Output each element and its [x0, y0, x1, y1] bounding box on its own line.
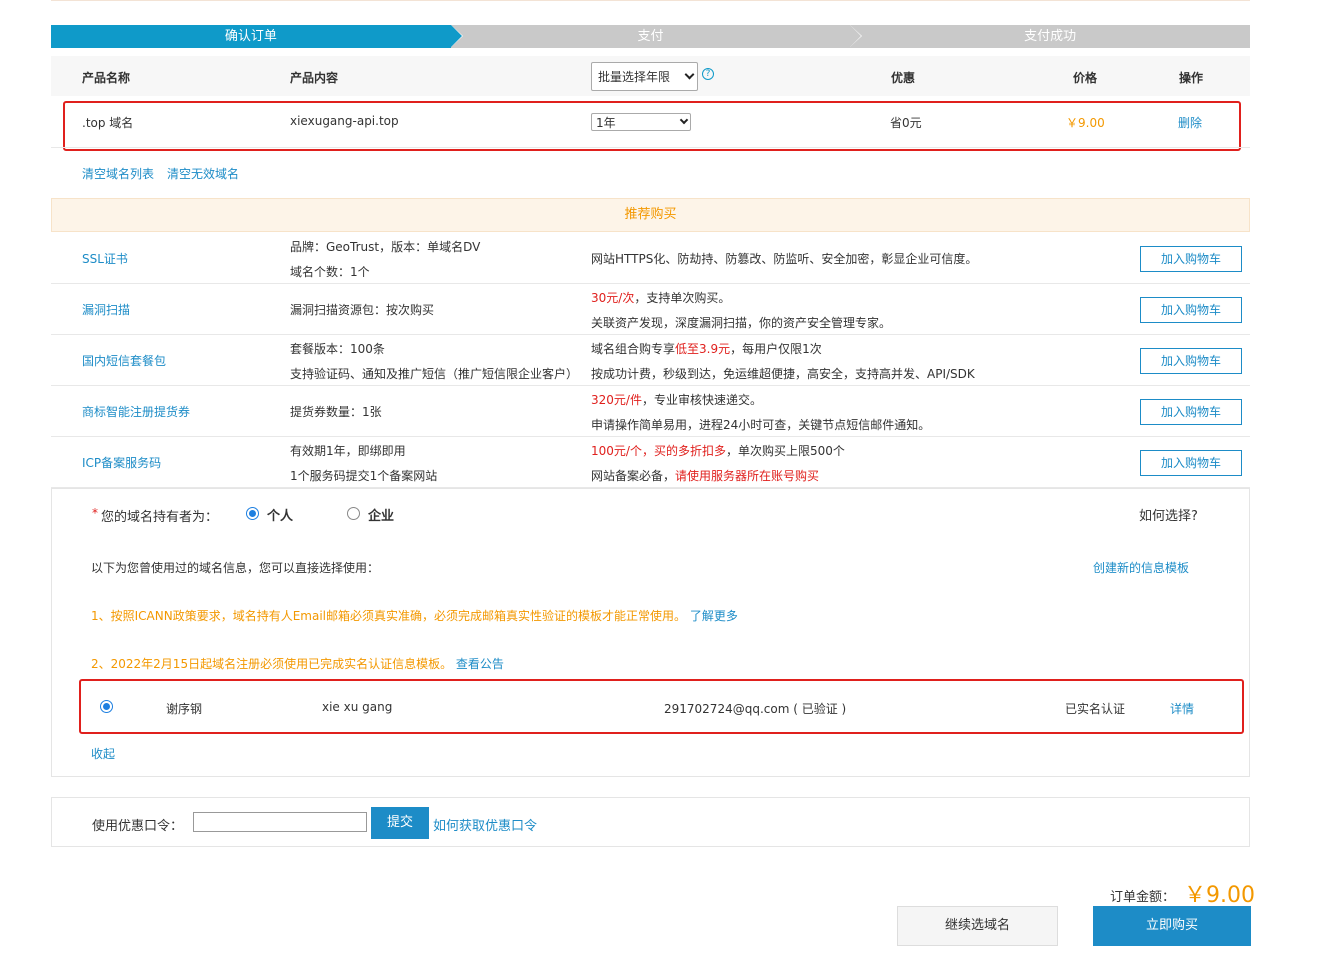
add-to-cart-button[interactable]: 加入购物车	[1140, 348, 1242, 374]
notice-icann: 1、按照ICANN政策要求，域名持有人Email邮箱必须真实准确，必须完成邮箱真…	[91, 609, 738, 623]
year-select-value: 1年	[596, 115, 616, 130]
year-select[interactable]: 1年	[591, 113, 691, 131]
recommend-spec: 支持验证码、通知及推广短信（推广短信限企业客户）	[290, 367, 579, 381]
radio-personal[interactable]	[246, 507, 259, 520]
order-steps: 确认订单 支付 支付成功	[51, 25, 1251, 48]
recommend-title: 推荐购买	[51, 198, 1250, 232]
header-action: 操作	[1179, 71, 1204, 85]
continue-selecting-button[interactable]: 继续选域名	[897, 906, 1058, 946]
radio-company[interactable]	[347, 507, 360, 520]
recommend-name[interactable]: 漏洞扫描	[82, 301, 130, 318]
delete-link[interactable]: 删除	[1178, 114, 1202, 131]
batch-year-select[interactable]: 批量选择年限	[591, 62, 698, 91]
recommend-name[interactable]: ICP备案服务码	[82, 454, 161, 471]
template-radio[interactable]	[100, 700, 113, 713]
discount-value: 省0元	[890, 116, 922, 130]
recommend-spec: 有效期1年，即绑即用	[290, 444, 406, 458]
how-to-get-coupon-link[interactable]: 如何获取优惠口令	[433, 815, 537, 834]
learn-more-link[interactable]: 了解更多	[690, 609, 738, 623]
template-email: 291702724@qq.com ( 已验证 )	[664, 702, 847, 716]
order-table-header: 产品名称 产品内容 批量选择年限 ? 优惠 价格 操作	[51, 56, 1250, 96]
step-confirm-order: 确认订单	[51, 25, 462, 48]
order-total-label: 订单金额：	[1110, 890, 1176, 905]
recommend-desc: 100元/个，买的多折扣多，单次购买上限500个	[591, 444, 845, 458]
header-product-name: 产品名称	[82, 71, 131, 85]
recommend-row-vuln-scan: 漏洞扫描 漏洞扫描资源包：按次购买 30元/次，支持单次购买。 关联资产发现，深…	[51, 284, 1250, 335]
recommend-desc: 30元/次，支持单次购买。	[591, 291, 731, 305]
required-mark: *	[92, 506, 98, 520]
add-to-cart-button[interactable]: 加入购物车	[1140, 246, 1242, 272]
top-divider	[51, 0, 1250, 1]
recommend-row-icp: ICP备案服务码 有效期1年，即绑即用 1个服务码提交1个备案网站 100元/个…	[51, 437, 1250, 488]
batch-year-select-label: 批量选择年限	[598, 70, 671, 84]
recommend-spec: 域名个数：1个	[290, 265, 370, 279]
recommend-desc: 申请操作简单易用，进程24小时可查，关键节点短信邮件通知。	[591, 418, 931, 432]
add-to-cart-button[interactable]: 加入购物车	[1140, 297, 1242, 323]
radio-company-label[interactable]: 企业	[368, 505, 394, 524]
coupon-submit-button[interactable]: 提交	[371, 807, 429, 839]
create-template-link[interactable]: 创建新的信息模板	[1093, 559, 1189, 576]
recommend-spec: 套餐版本：100条	[290, 342, 385, 356]
recommend-row-trademark: 商标智能注册提货券 提货券数量：1张 320元/件，专业审核快速递交。 申请操作…	[51, 386, 1250, 437]
view-announcement-link[interactable]: 查看公告	[456, 657, 504, 671]
clear-invalid-domains-link[interactable]: 清空无效域名	[167, 165, 239, 182]
step-payment: 支付	[450, 25, 862, 48]
recommend-desc: 320元/件，专业审核快速递交。	[591, 393, 762, 407]
recommend-spec: 提货券数量：1张	[290, 405, 382, 419]
recommend-desc: 域名组合购专享低至3.9元，每用户仅限1次	[591, 342, 822, 356]
recommend-desc: 关联资产发现，深度漏洞扫描，你的资产安全管理专家。	[591, 316, 892, 330]
radio-personal-label[interactable]: 个人	[267, 505, 293, 524]
recommend-name[interactable]: 商标智能注册提货券	[82, 403, 190, 420]
template-name-cn: 谢序钢	[166, 702, 203, 716]
divider	[51, 147, 1250, 148]
product-content: xiexugang-api.top	[290, 114, 399, 128]
order-total-amount: ￥9.00	[1184, 883, 1255, 908]
recommend-row-ssl: SSL证书 品牌：GeoTrust，版本：单域名DV 域名个数：1个 网站HTT…	[51, 233, 1250, 284]
buy-now-button[interactable]: 立即购买	[1093, 906, 1251, 946]
template-intro: 以下为您曾使用过的域名信息，您可以直接选择使用：	[91, 561, 380, 575]
coupon-input[interactable]	[193, 812, 367, 832]
header-product-content: 产品内容	[290, 71, 339, 85]
how-to-choose-link[interactable]: 如何选择?	[1139, 505, 1198, 524]
template-detail-link[interactable]: 详情	[1170, 700, 1194, 717]
recommend-name[interactable]: 国内短信套餐包	[82, 352, 166, 369]
coupon-label: 使用优惠口令：	[92, 819, 184, 834]
header-discount: 优惠	[891, 71, 916, 85]
add-to-cart-button[interactable]: 加入购物车	[1140, 450, 1242, 476]
collapse-link[interactable]: 收起	[91, 745, 115, 762]
price-value: ￥9.00	[1066, 116, 1105, 130]
product-name: .top 域名	[82, 116, 134, 130]
recommend-spec: 1个服务码提交1个备案网站	[290, 469, 438, 483]
chevron-down-icon	[684, 69, 695, 80]
recommend-name[interactable]: SSL证书	[82, 250, 128, 267]
notice-real-name: 2、2022年2月15日起域名注册必须使用已完成实名认证信息模板。 查看公告	[91, 657, 504, 671]
holder-label: 您的域名持有者为：	[101, 510, 219, 525]
template-status: 已实名认证	[1065, 702, 1126, 716]
chevron-down-icon	[679, 115, 689, 125]
recommend-desc: 按成功计费，秒级到达，免运维超便捷，高安全，支持高并发、API/SDK	[591, 367, 975, 381]
clear-domain-list-link[interactable]: 清空域名列表	[82, 165, 154, 182]
recommend-desc: 网站备案必备，请使用服务器所在账号购买	[591, 469, 820, 483]
recommend-spec: 品牌：GeoTrust，版本：单域名DV	[290, 240, 481, 254]
help-icon[interactable]: ?	[702, 68, 714, 80]
recommend-desc: 网站HTTPS化、防劫持、防篡改、防监听、安全加密，彰显企业可信度。	[591, 252, 978, 266]
template-name-en: xie xu gang	[322, 700, 393, 714]
add-to-cart-button[interactable]: 加入购物车	[1140, 399, 1242, 425]
recommend-spec: 漏洞扫描资源包：按次购买	[290, 303, 435, 317]
header-price: 价格	[1073, 71, 1098, 85]
recommend-row-sms: 国内短信套餐包 套餐版本：100条 支持验证码、通知及推广短信（推广短信限企业客…	[51, 335, 1250, 386]
step-payment-success: 支付成功	[850, 25, 1251, 48]
